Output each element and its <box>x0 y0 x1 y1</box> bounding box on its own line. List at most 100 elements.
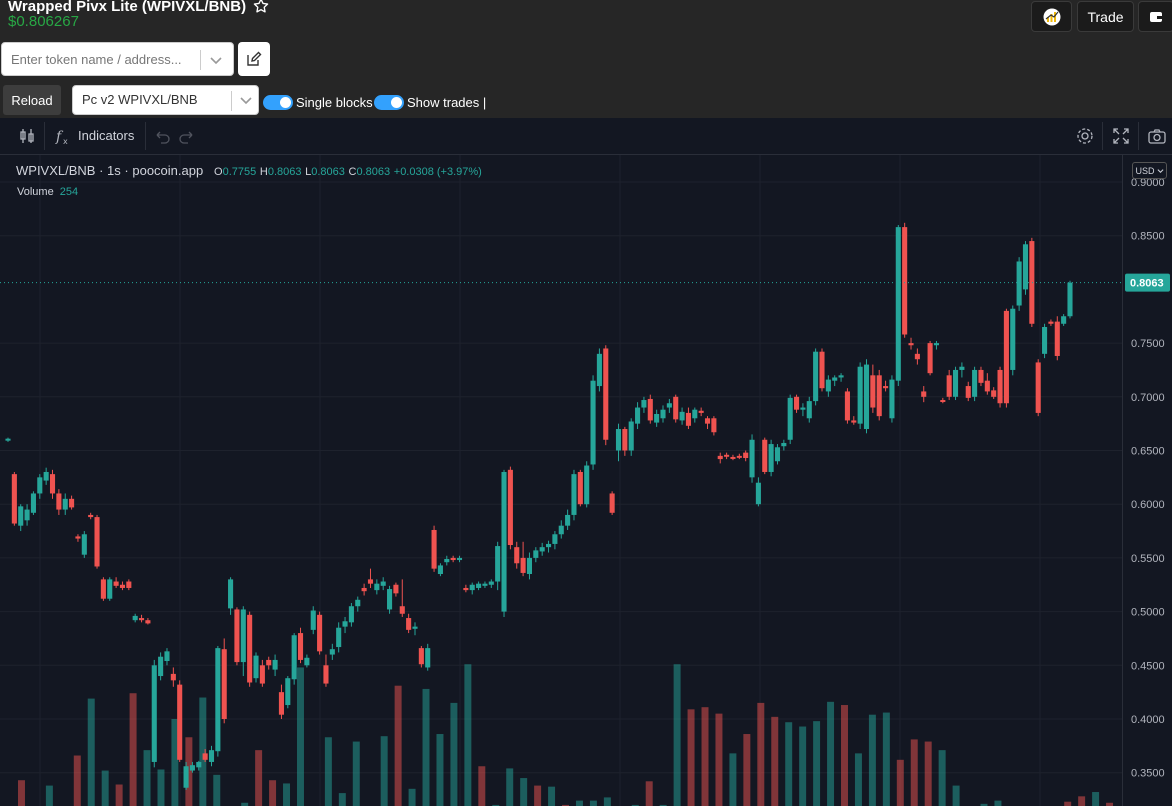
edit-button[interactable] <box>238 42 270 76</box>
candle-body <box>647 398 653 421</box>
undo-icon[interactable] <box>152 126 172 146</box>
volume-bar <box>18 780 25 806</box>
legend-o-value: 0.7755 <box>222 166 257 178</box>
reload-button[interactable]: Reload <box>3 85 61 115</box>
search-input[interactable] <box>2 43 198 75</box>
candle-body <box>406 618 412 630</box>
candle-body <box>425 648 431 668</box>
candle-body <box>367 579 374 584</box>
volume-bar <box>645 781 653 806</box>
candle-body <box>488 581 494 585</box>
candle-body <box>908 343 914 346</box>
volume-bar <box>575 800 583 806</box>
candle-body <box>883 386 889 389</box>
volume-bar <box>548 786 556 806</box>
candle-body <box>774 447 781 462</box>
candle <box>673 394 679 423</box>
candle <box>1048 319 1054 326</box>
candle <box>456 555 463 563</box>
volume-bar <box>296 667 304 806</box>
volume-bar <box>701 707 709 806</box>
candle-body <box>806 401 812 419</box>
candle-body <box>469 584 475 591</box>
candle-body <box>170 673 176 681</box>
volume-legend-label: Volume <box>17 186 54 198</box>
candle <box>18 504 24 532</box>
indicators-button[interactable]: Indicators <box>78 128 134 143</box>
candle <box>132 613 138 623</box>
candle-body <box>336 627 342 648</box>
candle-body <box>997 369 1003 404</box>
candle-body <box>743 452 749 459</box>
candle <box>813 348 819 406</box>
candle-body <box>69 498 75 508</box>
single-blocks-toggle[interactable] <box>263 95 293 110</box>
candle <box>49 469 56 499</box>
price-axis-tick-label: 0.4000 <box>1131 714 1165 726</box>
volume-bar <box>87 698 95 806</box>
candle-body <box>24 509 30 521</box>
volume-bar <box>129 693 137 806</box>
candle-body <box>380 581 386 586</box>
candle <box>609 491 615 515</box>
pair-select[interactable]: Pc v2 WPIVXL/BNB <box>72 85 259 115</box>
volume-bar <box>813 721 821 806</box>
candle-body <box>158 656 164 677</box>
candle <box>81 531 87 558</box>
compare-icon[interactable] <box>17 126 37 146</box>
candle-body <box>615 429 622 451</box>
candle <box>590 375 596 470</box>
chart-legend: WPIVXL/BNB · 1s · poocoin.app O0.7755 H0… <box>16 163 482 178</box>
candle <box>437 563 443 577</box>
candle-body <box>75 536 81 539</box>
candle <box>348 603 354 627</box>
redo-icon[interactable] <box>177 126 197 146</box>
candle-body <box>1003 310 1009 404</box>
candle-body <box>1067 282 1073 317</box>
star-icon[interactable] <box>252 0 270 15</box>
legend-symbol: WPIVXL/BNB <box>16 163 96 178</box>
volume-bar <box>938 750 946 806</box>
volume-bar <box>269 780 277 806</box>
volume-bar <box>743 734 751 806</box>
candle <box>317 611 323 655</box>
wallet-button[interactable] <box>1138 1 1172 32</box>
candle-body <box>946 375 952 397</box>
toolbar-divider <box>44 122 45 150</box>
currency-select[interactable]: USD <box>1132 162 1167 179</box>
settings-icon[interactable] <box>1075 126 1095 146</box>
volume-series <box>18 664 1114 806</box>
candle-body <box>139 618 145 621</box>
fx-icon[interactable]: fx <box>54 126 74 146</box>
candle-body <box>253 655 259 679</box>
candle <box>507 466 513 550</box>
candle <box>113 577 119 588</box>
candle <box>895 224 901 387</box>
candle <box>387 585 393 614</box>
toolbar-divider <box>1102 122 1103 150</box>
volume-bar <box>352 741 360 806</box>
candle <box>514 541 520 569</box>
volume-bar <box>841 705 848 806</box>
fullscreen-icon[interactable] <box>1111 126 1131 146</box>
volume-legend: Volume 254 <box>17 186 78 198</box>
candle <box>857 362 863 430</box>
candle <box>164 648 170 666</box>
candle-body <box>787 397 793 440</box>
candle-body <box>952 369 959 397</box>
trade-button[interactable]: Trade <box>1077 1 1134 32</box>
candle-body <box>704 418 711 424</box>
candle <box>794 394 800 413</box>
show-trades-toggle[interactable] <box>374 95 404 110</box>
candle-body <box>984 380 990 392</box>
candle-body <box>113 581 119 586</box>
chevron-down-icon[interactable] <box>209 53 223 67</box>
candle <box>412 622 418 636</box>
price-chart[interactable]: 0.8063 0.90000.85000.75000.70000.65000.6… <box>0 155 1172 806</box>
camera-icon[interactable] <box>1147 126 1167 146</box>
chart-toggle-button[interactable] <box>1031 1 1072 32</box>
candle <box>94 514 100 569</box>
candle <box>30 491 36 515</box>
candle-body <box>37 477 43 494</box>
candle-body <box>507 469 513 546</box>
